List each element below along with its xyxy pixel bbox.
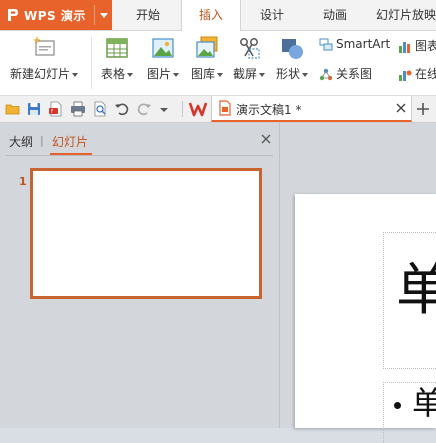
new-slide-button[interactable]: 新建幻灯片	[4, 31, 84, 91]
editing-canvas: 单 单	[280, 123, 436, 443]
save-icon[interactable]	[25, 100, 43, 118]
slide-number: 1	[19, 175, 27, 188]
open-folder-icon[interactable]	[4, 100, 22, 118]
chevron-down-icon	[127, 72, 133, 77]
wps-logo-icon	[8, 9, 18, 21]
chevron-down-icon	[302, 72, 308, 77]
app-menu-button[interactable]: WPS 演示	[0, 0, 112, 30]
picture-icon	[152, 38, 174, 58]
chevron-down-icon	[72, 72, 78, 77]
chevron-down-icon	[259, 72, 265, 77]
relation-diagram-button[interactable]: 关系图	[319, 65, 372, 85]
picture-button[interactable]: 图片	[142, 31, 184, 91]
panel-tabs: 大纲 | 幻灯片	[0, 123, 279, 155]
shape-icon	[282, 39, 303, 59]
screenshot-label: 截屏	[232, 67, 257, 81]
chevron-down-icon	[173, 72, 179, 77]
panel-close-icon[interactable]	[260, 133, 272, 145]
tab-insert[interactable]: 插入	[181, 0, 241, 31]
shape-button[interactable]: 形状	[272, 31, 312, 91]
smartart-icon	[319, 38, 333, 50]
gallery-button[interactable]: 图库	[186, 31, 228, 91]
customize-arrow-icon[interactable]	[156, 100, 172, 118]
wps-brand-icon[interactable]	[188, 100, 208, 118]
chart-icon	[399, 41, 410, 53]
relation-label: 关系图	[336, 67, 373, 81]
new-slide-label: 新建幻灯片	[9, 67, 70, 81]
table-label: 表格	[100, 67, 125, 81]
document-icon	[219, 100, 231, 116]
tab-design[interactable]: 设计	[242, 0, 302, 30]
slide-page[interactable]: 单 单	[295, 194, 436, 443]
tab-slides[interactable]: 幻灯片	[52, 133, 88, 150]
chart-button[interactable]: 图表	[398, 37, 436, 57]
slide-thumbnail[interactable]	[30, 168, 262, 299]
title-placeholder[interactable]: 单	[383, 232, 436, 369]
gallery-label: 图库	[190, 67, 215, 81]
undo-icon[interactable]	[113, 100, 131, 118]
smartart-button[interactable]: SmartArt	[319, 37, 390, 57]
chart-label: 图表	[415, 39, 436, 53]
title-placeholder-text: 单	[396, 258, 436, 323]
body-placeholder-text: 单	[412, 384, 436, 422]
export-pdf-icon[interactable]	[47, 100, 65, 118]
add-tab-icon[interactable]	[414, 100, 432, 118]
table-icon	[106, 38, 128, 58]
picture-label: 图片	[146, 67, 171, 81]
ribbon: 新建幻灯片 表格 图片 图库 截屏 形状 SmartArt 图表 关系图 在线	[0, 31, 436, 96]
print-preview-icon[interactable]	[91, 100, 109, 118]
toolbar-separator	[182, 101, 183, 117]
online-icon	[399, 70, 412, 81]
slide-panel: 大纲 | 幻灯片 1	[0, 123, 280, 428]
redo-icon[interactable]	[135, 100, 153, 118]
body-placeholder[interactable]: 单	[383, 382, 436, 443]
menu-tab-bar: WPS 演示 开始 插入 设计 动画 幻灯片放映	[0, 0, 436, 31]
gallery-icon	[196, 36, 218, 58]
online-label: 在线	[415, 67, 436, 81]
print-icon[interactable]	[69, 100, 87, 118]
table-button[interactable]: 表格	[96, 31, 138, 91]
chevron-down-icon[interactable]	[100, 13, 108, 18]
tab-outline[interactable]: 大纲	[9, 133, 33, 150]
screenshot-button[interactable]: 截屏	[229, 31, 269, 91]
chevron-down-icon	[217, 72, 223, 77]
document-tab-title: 演示文稿1 *	[236, 103, 302, 117]
relation-icon	[319, 68, 333, 80]
shape-label: 形状	[275, 67, 300, 81]
smartart-label: SmartArt	[336, 37, 391, 51]
new-slide-icon	[33, 36, 55, 56]
bullet-point	[394, 402, 401, 409]
tab-home[interactable]: 开始	[118, 0, 178, 30]
tab-slideshow[interactable]: 幻灯片放映	[368, 0, 436, 30]
app-name: WPS 演示	[24, 9, 86, 23]
document-tab[interactable]: 演示文稿1 *	[211, 96, 412, 122]
close-icon[interactable]	[396, 103, 406, 113]
panel-tab-divider: |	[40, 134, 44, 147]
ribbon-separator	[91, 37, 92, 89]
online-button[interactable]: 在线	[398, 65, 436, 85]
panel-divider	[6, 155, 273, 156]
screenshot-icon	[240, 38, 260, 59]
app-menu-separator	[94, 5, 95, 25]
tab-animation[interactable]: 动画	[305, 0, 365, 30]
